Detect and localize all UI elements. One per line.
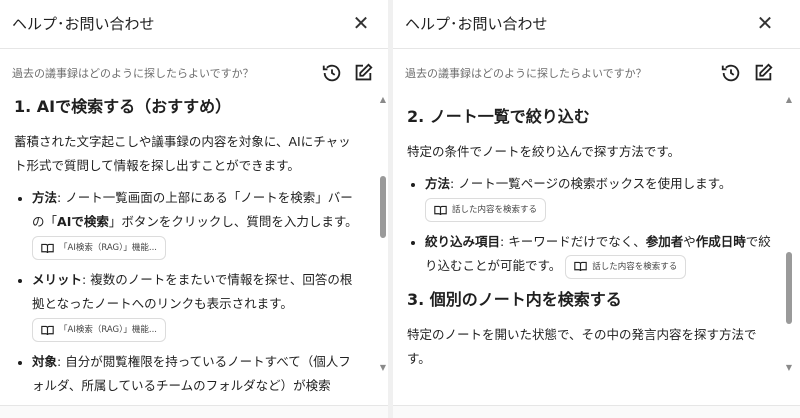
chip-label: 「AI検索（RAG）」機能... — [59, 243, 157, 253]
section-heading: 1. AIで検索する（おすすめ） — [14, 97, 232, 116]
item-label: 方法 — [32, 190, 58, 205]
bullet-list: 方法: ノート一覧ページの検索ボックスを使用します。 話した内容を検索する 絞り… — [407, 172, 774, 279]
item-label: 絞り込み項目 — [425, 234, 501, 249]
item-bold: 作成日時 — [695, 234, 746, 249]
source-chip[interactable]: 「AI検索（RAG）」機能... — [32, 318, 166, 342]
item-bold: AIで検索 — [57, 214, 109, 229]
section-heading: 3. 個別のノート内を検索する — [407, 289, 622, 309]
item-text: や — [683, 234, 696, 249]
item-text: : 自分が閲覧権限を持っているノートすべて（個人フォルダ、所属しているチームのフ… — [32, 354, 351, 393]
book-icon — [41, 325, 54, 335]
answer-content[interactable]: 1. AIで検索する（おすすめ） 蓄積された文字起こしや議事録の内容を対象に、A… — [0, 92, 370, 406]
answer-content[interactable]: 2. ノート一覧で絞り込む 特定の条件でノートを絞り込んで探す方法です。 方法:… — [393, 92, 782, 406]
bullet-list: 方法: ノート一覧画面の上部にある「ノートを検索」バーの「AIで検索」ボタンをク… — [14, 186, 362, 398]
edit-icon[interactable] — [352, 62, 374, 84]
help-panel-right: ヘルプ･お問い合わせ ✕ 過去の議事録はどのように探したらよいですか？ 2. ノ… — [393, 0, 800, 418]
section-intro: 特定のノートを開いた状態で、その中の発言内容を探す方法です。 — [407, 326, 757, 366]
list-item: 方法: ノート一覧画面の上部にある「ノートを検索」バーの「AIで検索」ボタンをク… — [32, 186, 362, 262]
item-text: : ノート一覧ページの検索ボックスを使用します。 — [450, 176, 732, 191]
chip-label: 話した内容を検索する — [592, 261, 678, 272]
question-bar: 過去の議事録はどのように探したらよいですか？ — [0, 52, 388, 92]
panel-header: ヘルプ･お問い合わせ ✕ — [393, 0, 800, 49]
section-heading: 2. ノート一覧で絞り込む — [407, 107, 590, 126]
item-label: メリット — [32, 272, 83, 287]
history-icon[interactable] — [321, 62, 343, 84]
panel-header: ヘルプ･お問い合わせ ✕ — [0, 0, 388, 49]
source-chip[interactable]: 話した内容を検索する — [425, 198, 547, 222]
chip-label: 「AI検索（RAG）」機能... — [59, 325, 157, 335]
input-area-edge — [0, 405, 388, 418]
help-panel-left: ヘルプ･お問い合わせ ✕ 過去の議事録はどのように探したらよいですか？ 1. A… — [0, 0, 388, 418]
source-chip[interactable]: 話した内容を検索する — [565, 254, 687, 279]
history-icon[interactable] — [720, 62, 742, 84]
section-intro: 特定の条件でノートを絞り込んで探す方法です。 — [407, 144, 681, 159]
item-text: 」ボタンをクリックし、質問を入力します。 — [108, 214, 358, 229]
item-text: : キーワードだけでなく、 — [500, 234, 646, 249]
question-text: 過去の議事録はどのように探したらよいですか？ — [405, 67, 647, 80]
scroll-down-icon[interactable]: ▼ — [784, 364, 794, 372]
input-area-edge — [393, 405, 800, 418]
panel-title: ヘルプ･お問い合わせ — [12, 15, 155, 33]
scroll-thumb[interactable] — [380, 176, 386, 238]
question-text: 過去の議事録はどのように探したらよいですか？ — [12, 67, 254, 80]
book-icon — [41, 243, 54, 253]
panel-title: ヘルプ･お問い合わせ — [405, 15, 548, 33]
book-icon — [434, 205, 447, 215]
source-chip[interactable]: 「AI検索（RAG）」機能... — [32, 236, 166, 260]
list-item: メリット: 複数のノートをまたいで情報を探せ、回答の根拠となったノートへのリンク… — [32, 268, 362, 344]
edit-icon[interactable] — [752, 62, 774, 84]
scroll-thumb[interactable] — [786, 252, 792, 324]
list-item: 対象: 自分が閲覧権限を持っているノートすべて（個人フォルダ、所属しているチーム… — [32, 350, 362, 398]
scrollbar[interactable]: ▲ ▼ — [784, 96, 794, 372]
item-label: 対象 — [32, 354, 58, 369]
section-intro: 蓄積された文字起こしや議事録の内容を対象に、AIにチャット形式で質問して情報を探… — [14, 134, 351, 173]
scroll-up-icon[interactable]: ▲ — [784, 96, 794, 104]
close-button[interactable]: ✕ — [750, 8, 780, 38]
question-bar: 過去の議事録はどのように探したらよいですか？ — [393, 52, 800, 92]
scroll-up-icon[interactable]: ▲ — [378, 96, 388, 104]
list-item: 方法: ノート一覧ページの検索ボックスを使用します。 話した内容を検索する — [425, 172, 774, 224]
scrollbar[interactable]: ▲ ▼ — [378, 96, 388, 372]
book-icon — [574, 261, 588, 272]
scroll-down-icon[interactable]: ▼ — [378, 364, 388, 372]
close-button[interactable]: ✕ — [346, 8, 376, 38]
item-bold: 参加者 — [645, 234, 684, 249]
chip-label: 話した内容を検索する — [452, 205, 538, 215]
list-item: 絞り込み項目: キーワードだけでなく、参加者や作成日時で絞り込むことが可能です。… — [425, 230, 774, 279]
item-label: 方法 — [425, 176, 451, 191]
